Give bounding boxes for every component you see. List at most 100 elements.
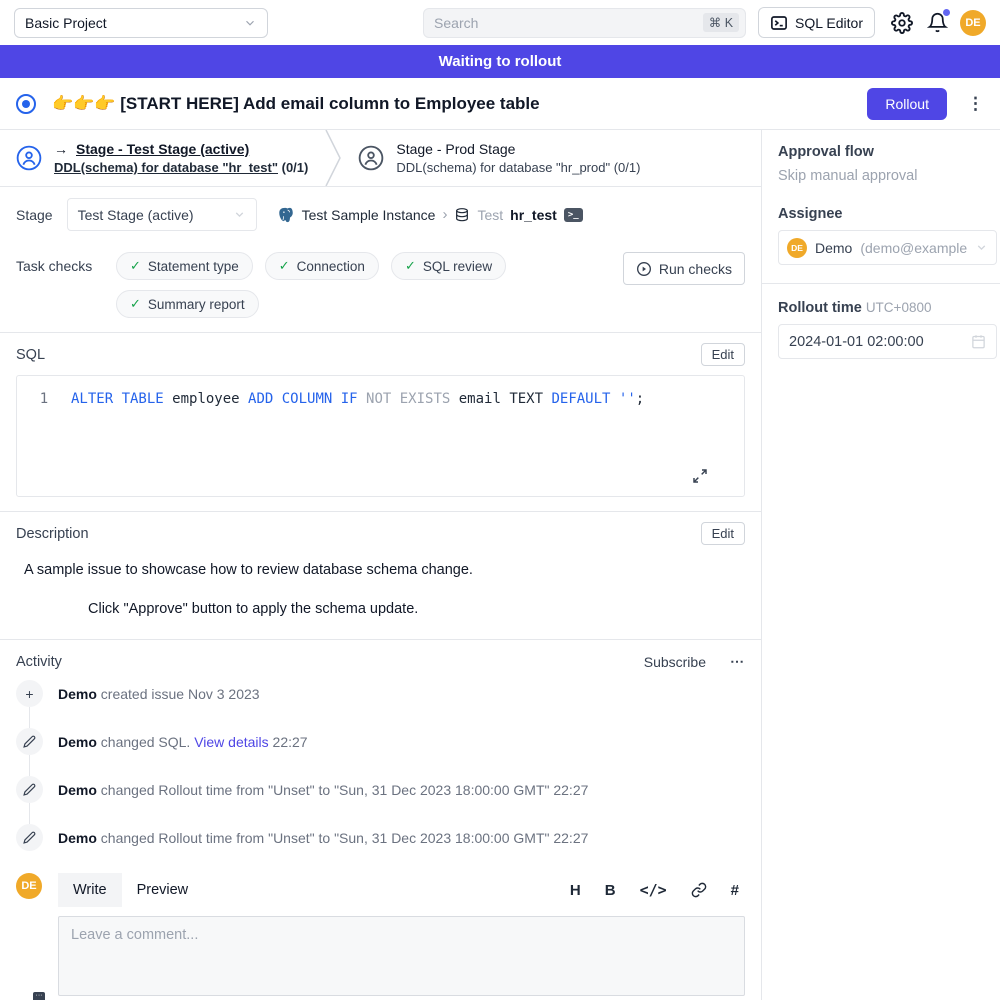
check-chip-connection[interactable]: ✓ Connection xyxy=(265,252,379,280)
heading-icon[interactable]: H xyxy=(570,882,581,899)
rollout-button[interactable]: Rollout xyxy=(867,88,947,120)
issue-title: 👉👉👉 [START HERE] Add email column to Emp… xyxy=(52,94,867,114)
database-icon xyxy=(454,207,470,223)
stage-label: Stage xyxy=(16,207,53,223)
sql-editor[interactable]: 1 ALTER TABLE employee ADD COLUMN IF NOT… xyxy=(16,375,745,497)
check-icon: ✓ xyxy=(279,258,290,274)
check-icon: ✓ xyxy=(130,258,141,274)
tab-preview[interactable]: Preview xyxy=(122,873,204,907)
database-breadcrumb: Test Sample Instance › Test hr_test >_ xyxy=(277,206,583,224)
hash-icon[interactable]: # xyxy=(731,882,739,899)
activity-heading: Activity xyxy=(16,654,644,670)
sidebar-divider xyxy=(762,283,1000,284)
rollout-time-input[interactable]: 2024-01-01 02:00:00 xyxy=(778,324,997,359)
sql-code-line: 1 ALTER TABLE employee ADD COLUMN IF NOT… xyxy=(17,376,744,407)
comment-avatar: DE xyxy=(16,873,42,999)
search-input[interactable] xyxy=(434,15,703,31)
stage-title[interactable]: Stage - Test Stage (active) xyxy=(76,141,249,157)
description-edit-button[interactable]: Edit xyxy=(701,522,745,545)
subscribe-button[interactable]: Subscribe xyxy=(644,654,706,670)
sql-edit-button[interactable]: Edit xyxy=(701,343,745,366)
assignee-email: (demo@example xyxy=(860,240,967,256)
plus-icon: + xyxy=(16,680,43,707)
breadcrumb-separator: › xyxy=(442,206,447,223)
stage-task-count: (0/1) xyxy=(614,160,641,175)
instance-name[interactable]: Test Sample Instance xyxy=(302,207,436,223)
sql-editor-label: SQL Editor xyxy=(795,15,863,31)
main-panel: → Stage - Test Stage (active) DDL(schema… xyxy=(0,130,762,1000)
assignee-select[interactable]: DE Demo (demo@example xyxy=(778,230,997,265)
top-bar: Basic Project ⌘ K SQL Editor xyxy=(0,0,1000,45)
check-chip-label: Statement type xyxy=(148,259,239,274)
sql-section: SQL Edit 1 ALTER TABLE employee ADD COLU… xyxy=(0,333,761,511)
description-text: Click "Approve" button to apply the sche… xyxy=(88,601,745,617)
activity-connector xyxy=(29,755,30,776)
search-shortcut-badge: ⌘ K xyxy=(703,13,739,32)
check-icon: ✓ xyxy=(130,296,141,312)
pencil-icon xyxy=(16,728,43,755)
run-checks-button[interactable]: Run checks xyxy=(623,252,745,285)
sql-statement: ALTER TABLE employee ADD COLUMN IF NOT E… xyxy=(71,391,644,407)
gear-icon xyxy=(891,12,913,34)
rollout-time-value: 2024-01-01 02:00:00 xyxy=(789,334,924,350)
activity-item: Demo changed Rollout time from "Unset" t… xyxy=(16,776,745,803)
activity-connector xyxy=(29,803,30,824)
check-chip-label: Connection xyxy=(297,259,365,274)
sql-heading: SQL xyxy=(16,347,45,363)
project-select[interactable]: Basic Project xyxy=(14,8,268,38)
check-chip-label: Summary report xyxy=(148,297,245,312)
environment-label: Test xyxy=(477,207,503,223)
issue-status-icon xyxy=(16,94,36,114)
stage-step-test[interactable]: → Stage - Test Stage (active) DDL(schema… xyxy=(0,130,324,186)
fullscreen-icon[interactable] xyxy=(692,468,708,484)
stage-step-prod[interactable]: Stage - Prod Stage DDL(schema) for datab… xyxy=(342,130,656,186)
stage-select-value: Test Stage (active) xyxy=(78,207,194,223)
activity-item: + Demo created issue Nov 3 2023 xyxy=(16,680,745,707)
comment-input[interactable] xyxy=(58,916,745,996)
kebab-menu-icon[interactable]: ⋮ xyxy=(967,94,984,114)
person-circle-icon-active xyxy=(16,145,42,171)
view-details-link[interactable]: View details xyxy=(194,734,268,750)
stage-task[interactable]: DDL(schema) for database "hr_prod" xyxy=(396,160,610,175)
play-circle-icon xyxy=(636,261,652,277)
bold-icon[interactable]: B xyxy=(605,882,616,899)
stepper-separator xyxy=(324,130,342,186)
settings-button[interactable] xyxy=(891,12,913,34)
chevron-down-icon xyxy=(243,16,257,30)
person-circle-icon xyxy=(358,145,384,171)
notifications-button[interactable] xyxy=(927,12,948,33)
comment-composer: DE Write Preview H B </> xyxy=(0,857,761,999)
terminal-icon xyxy=(770,14,788,32)
activity-connector xyxy=(29,707,30,728)
check-chip-statement-type[interactable]: ✓ Statement type xyxy=(116,252,253,280)
assignee-avatar: DE xyxy=(787,238,807,258)
check-icon: ✓ xyxy=(405,258,416,274)
activity-more-icon[interactable]: ⋯ xyxy=(730,653,745,670)
assignee-name: Demo xyxy=(815,240,852,256)
open-sql-editor-badge[interactable]: >_ xyxy=(564,208,583,222)
project-select-value: Basic Project xyxy=(25,15,107,31)
user-avatar[interactable]: DE xyxy=(960,10,986,36)
chevron-down-icon xyxy=(233,208,246,221)
approval-flow-label: Approval flow xyxy=(778,144,997,160)
pencil-icon xyxy=(16,824,43,851)
global-search[interactable]: ⌘ K xyxy=(423,8,746,38)
link-icon[interactable] xyxy=(691,882,707,898)
calendar-icon xyxy=(971,334,986,349)
approval-flow-value: Skip manual approval xyxy=(778,168,997,184)
stage-title[interactable]: Stage - Prod Stage xyxy=(396,141,515,157)
sql-editor-button[interactable]: SQL Editor xyxy=(758,7,875,38)
database-name[interactable]: hr_test xyxy=(510,207,557,223)
stage-stepper: → Stage - Test Stage (active) DDL(schema… xyxy=(0,130,761,187)
timezone-label: UTC+0800 xyxy=(866,300,932,315)
stage-select[interactable]: Test Stage (active) xyxy=(67,198,257,231)
notification-dot xyxy=(943,9,950,16)
check-chip-sql-review[interactable]: ✓ SQL review xyxy=(391,252,506,280)
check-chip-summary-report[interactable]: ✓ Summary report xyxy=(116,290,259,318)
check-chip-label: SQL review xyxy=(423,259,492,274)
run-checks-label: Run checks xyxy=(659,261,732,277)
code-icon[interactable]: </> xyxy=(640,881,667,899)
tab-write[interactable]: Write xyxy=(58,873,122,907)
stage-task[interactable]: DDL(schema) for database "hr_test" xyxy=(54,160,278,175)
description-text: A sample issue to showcase how to review… xyxy=(24,562,745,578)
